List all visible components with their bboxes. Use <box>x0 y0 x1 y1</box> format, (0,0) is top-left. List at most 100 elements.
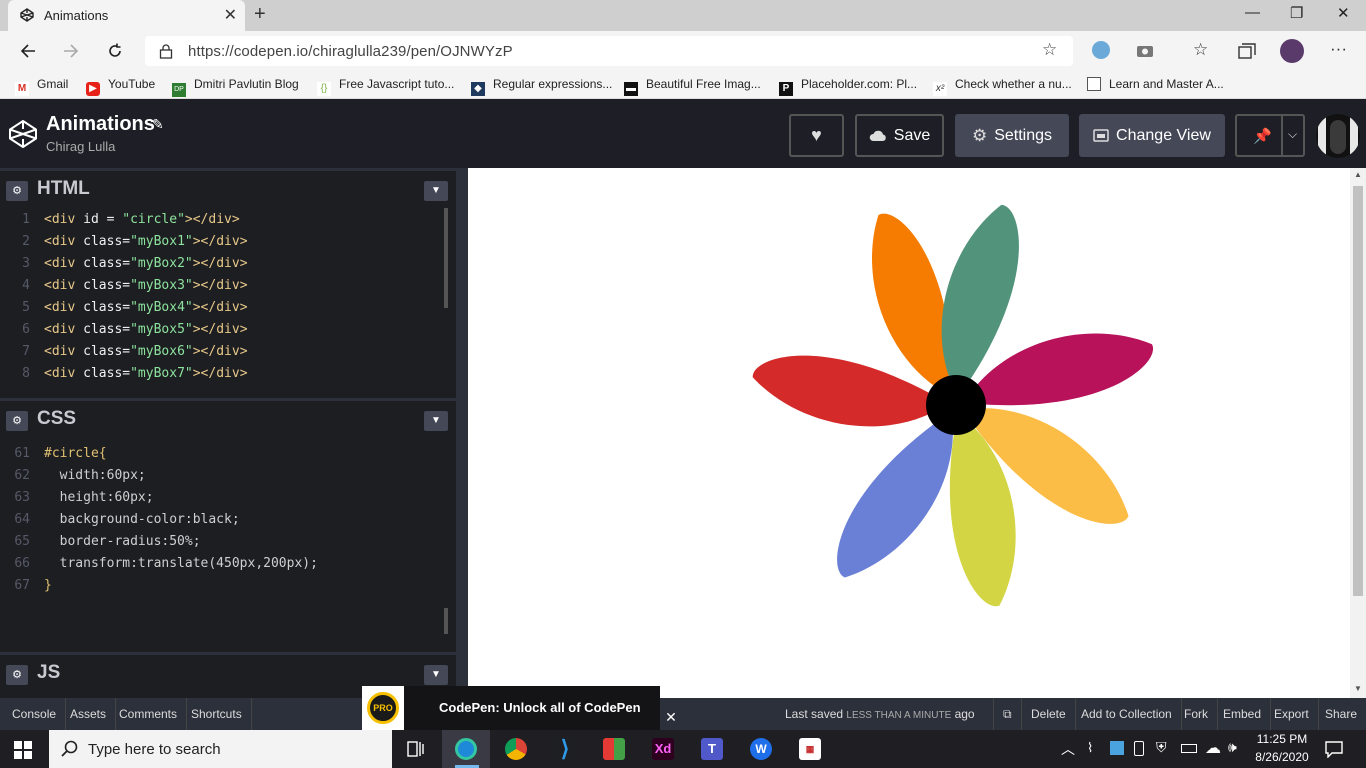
taskbar-search-box[interactable]: Type here to search <box>49 730 392 768</box>
change-view-button[interactable]: Change View <box>1079 114 1225 157</box>
js-panel-title: JS <box>37 662 61 683</box>
profile-avatar[interactable] <box>1280 39 1304 63</box>
more-menu-icon[interactable]: ··· <box>1330 39 1347 59</box>
pin-menu-button[interactable]: 📌 ⌵ <box>1235 114 1305 157</box>
open-external-icon[interactable]: ⧉ <box>993 698 1022 730</box>
edit-pencil-icon[interactable]: ✎ <box>152 116 164 133</box>
onedrive-icon[interactable]: ☁ <box>1205 738 1221 758</box>
clock-date[interactable]: 8/26/2020 <box>1251 750 1313 764</box>
pen-title[interactable]: Animations <box>46 113 155 136</box>
embed-button[interactable]: Embed <box>1214 698 1272 730</box>
minimize-icon[interactable]: — <box>1245 4 1260 21</box>
js-settings-gear-icon[interactable]: ⚙ <box>6 665 28 685</box>
tab-close-icon[interactable]: ✕ <box>224 5 237 25</box>
code-line: } <box>44 578 52 593</box>
css-code-editor[interactable]: 61 #circle{62 width:60px; 63 height:60px; 6… <box>0 436 447 651</box>
code-line: #circle{ <box>44 446 107 461</box>
code-line: height:60px; <box>44 490 154 505</box>
bookmark-youtube[interactable]: ▶ YouTube <box>86 77 155 96</box>
settings-button[interactable]: ⚙ Settings <box>955 114 1069 157</box>
forward-arrow-icon[interactable] <box>62 42 80 60</box>
panel-resizer[interactable] <box>456 168 468 698</box>
teams-icon[interactable]: T <box>701 738 723 760</box>
bookmark-unsplash[interactable]: ▬ Beautiful Free Imag... <box>624 77 761 96</box>
pro-promo-banner[interactable]: PRO CodePen: Unlock all of CodePen <box>362 686 660 730</box>
chrome-icon[interactable] <box>505 738 527 760</box>
restore-icon[interactable]: ❐ <box>1290 4 1303 22</box>
pen-author[interactable]: Chirag Lulla <box>46 139 115 154</box>
shortcuts-button[interactable]: Shortcuts <box>182 698 252 730</box>
security-shield-icon[interactable]: ⛨ <box>1156 739 1167 756</box>
notifications-icon[interactable] <box>1325 740 1343 758</box>
fork-button[interactable]: Fork <box>1175 698 1218 730</box>
comments-button[interactable]: Comments <box>110 698 188 730</box>
love-button[interactable]: ♥ <box>789 114 844 157</box>
vscode-icon[interactable]: ⟩ <box>554 738 576 760</box>
gear-icon: ⚙ <box>971 125 988 145</box>
css-settings-gear-icon[interactable]: ⚙ <box>6 411 28 431</box>
console-button[interactable]: Console <box>3 698 67 730</box>
js-panel-chevron-icon[interactable]: ▼ <box>424 665 448 685</box>
export-button[interactable]: Export <box>1265 698 1319 730</box>
usb-icon[interactable] <box>1134 741 1144 756</box>
favorites-icon[interactable]: ☆ <box>1193 40 1208 60</box>
html-settings-gear-icon[interactable]: ⚙ <box>6 181 28 201</box>
codepen-logo-icon[interactable] <box>8 119 38 149</box>
bookmark-dmitri[interactable]: DP Dmitri Pavlutin Blog <box>172 77 299 97</box>
code-line: <div class="myBox7"></div> <box>44 366 248 381</box>
share-button[interactable]: Share <box>1316 698 1366 730</box>
code-line: <div class="myBox5"></div> <box>44 322 248 337</box>
bookmark-learn[interactable]: Learn and Master A... <box>1087 77 1224 91</box>
html-code-editor[interactable]: 1 <div id = "circle"></div> 2 <div class="m… <box>0 206 447 396</box>
line-number: 1 <box>22 212 30 227</box>
pro-badge-icon: PRO <box>367 692 399 724</box>
html-panel-chevron-icon[interactable]: ▼ <box>424 181 448 201</box>
wps-office-icon[interactable]: W <box>750 738 772 760</box>
scrollbar-thumb[interactable] <box>1353 186 1363 596</box>
extension-icon[interactable] <box>1092 41 1110 59</box>
preview-scrollbar[interactable]: ▲ ▼ <box>1350 168 1366 698</box>
assets-button[interactable]: Assets <box>61 698 117 730</box>
delete-button[interactable]: Delete <box>1022 698 1076 730</box>
flower-animation <box>752 204 1154 607</box>
user-avatar[interactable] <box>1316 114 1360 158</box>
tab-title: Animations <box>44 8 109 23</box>
favorite-star-icon[interactable]: ☆ <box>1042 40 1057 60</box>
close-window-icon[interactable]: ✕ <box>1337 4 1350 22</box>
edge-browser-icon[interactable] <box>455 738 477 760</box>
save-button[interactable]: Save <box>855 114 944 157</box>
clock-time[interactable]: 11:25 PM <box>1251 732 1313 746</box>
search-icon <box>61 740 78 757</box>
css-panel-chevron-icon[interactable]: ▼ <box>424 411 448 431</box>
regex-icon: ◆ <box>471 82 485 96</box>
task-view-icon[interactable] <box>407 741 425 757</box>
css-scrollbar[interactable] <box>444 608 448 634</box>
volume-icon[interactable]: 🕪 <box>1228 739 1237 756</box>
bookmark-math[interactable]: x² Check whether a nu... <box>933 77 1072 96</box>
tray-app-icon[interactable] <box>1110 741 1124 755</box>
office-app-icon[interactable] <box>603 738 625 760</box>
refresh-icon[interactable] <box>106 42 124 60</box>
add-to-collection-button[interactable]: Add to Collection <box>1072 698 1182 730</box>
app-icon[interactable]: ▦ <box>799 738 821 760</box>
show-hidden-icons-icon[interactable]: ︿ <box>1061 739 1075 759</box>
line-number: 4 <box>22 278 30 293</box>
back-arrow-icon[interactable] <box>19 42 37 60</box>
collections-icon[interactable] <box>1238 43 1256 59</box>
new-tab-button[interactable]: + <box>254 3 266 26</box>
bookmark-placeholder[interactable]: P Placeholder.com: Pl... <box>779 77 917 96</box>
bookmark-regex[interactable]: ◆ Regular expressions... <box>471 77 612 96</box>
line-number: 63 <box>14 490 30 505</box>
windows-start-icon[interactable] <box>14 741 32 759</box>
promo-close-icon[interactable]: ✕ <box>660 706 682 728</box>
line-number: 2 <box>22 234 30 249</box>
adobe-xd-icon[interactable]: Xd <box>652 738 674 760</box>
bookmark-gmail[interactable]: M Gmail <box>15 77 68 96</box>
network-icon[interactable]: ⌇ <box>1087 740 1093 756</box>
html-scrollbar[interactable] <box>444 208 448 308</box>
url-bar[interactable]: https://codepen.io/chiraglulla239/pen/OJ… <box>145 36 1073 66</box>
camera-icon[interactable] <box>1136 43 1154 58</box>
browser-tab[interactable]: Animations ✕ <box>8 0 245 31</box>
bookmark-js-tutorial[interactable]: {} Free Javascript tuto... <box>317 77 454 96</box>
battery-icon[interactable] <box>1181 744 1197 753</box>
